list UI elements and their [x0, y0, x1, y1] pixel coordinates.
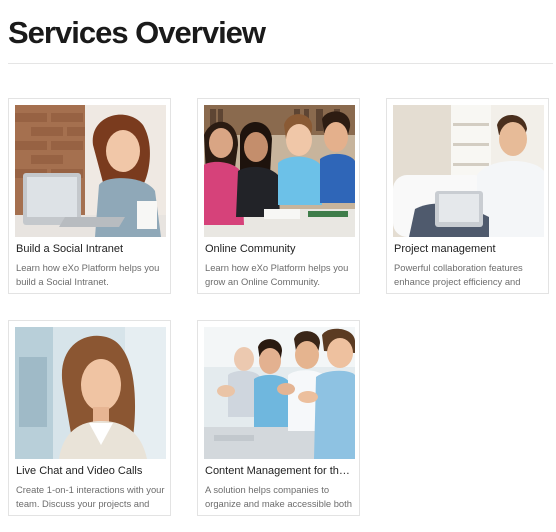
service-title[interactable]: Live Chat and Video Calls — [16, 464, 166, 478]
page-title: Services Overview — [8, 15, 266, 50]
service-image-content-management[interactable] — [204, 327, 355, 459]
service-card-social-intranet[interactable]: Build a Social Intranet Learn how eXo Pl… — [8, 98, 171, 294]
service-image-live-chat[interactable] — [15, 327, 166, 459]
service-title[interactable]: Content Management for the ... — [205, 464, 355, 478]
service-description: Learn how eXo Platform helps you build a… — [16, 262, 160, 287]
service-image-social-intranet[interactable] — [15, 105, 166, 237]
service-title[interactable]: Build a Social Intranet — [16, 242, 166, 256]
service-description: Powerful collaboration features enhance … — [394, 262, 523, 287]
service-image-online-community[interactable] — [204, 105, 355, 237]
service-title[interactable]: Project management — [394, 242, 544, 256]
service-description: Learn how eXo Platform helps you grow an… — [205, 262, 349, 287]
service-image-project-management[interactable] — [393, 105, 544, 237]
service-description: Create 1-on-1 interactions with your tea… — [16, 484, 165, 509]
service-title[interactable]: Online Community — [205, 242, 355, 256]
service-card-live-chat[interactable]: Live Chat and Video Calls Create 1-on-1 … — [8, 320, 171, 516]
title-divider — [8, 63, 553, 64]
service-card-project-management[interactable]: Project management Powerful collaboratio… — [386, 98, 549, 294]
service-card-content-management[interactable]: Content Management for the ... A solutio… — [197, 320, 360, 516]
service-card-online-community[interactable]: Online Community Learn how eXo Platform … — [197, 98, 360, 294]
service-description: A solution helps companies to organize a… — [205, 484, 352, 509]
